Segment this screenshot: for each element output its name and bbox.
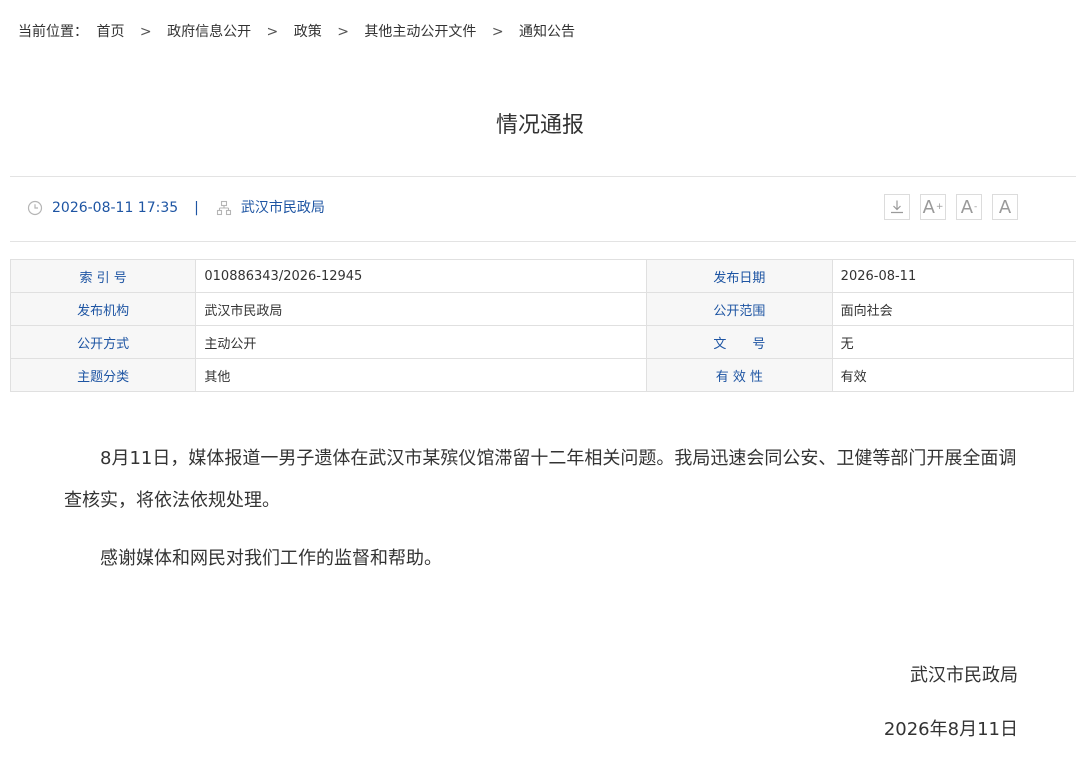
info-value-scope: 面向社会 [831, 292, 1075, 326]
breadcrumb-separator: > [337, 24, 349, 40]
info-value-publisher: 武汉市民政局 [195, 292, 648, 326]
breadcrumb-prefix: 当前位置： [18, 24, 88, 40]
info-label-index: 索 引 号 [9, 259, 197, 293]
breadcrumb-policy[interactable]: 政策 [294, 24, 322, 40]
article-signature: 武汉市民政局 2026年8月11日 [884, 660, 1018, 746]
font-increase-button[interactable]: A + [920, 194, 946, 220]
info-value-category: 其他 [195, 358, 648, 392]
breadcrumb-other-files[interactable]: 其他主动公开文件 [364, 24, 476, 40]
info-label-scope: 公开范围 [646, 292, 833, 326]
download-button[interactable] [884, 194, 910, 220]
info-label-doc-number: 文 号 [646, 325, 833, 359]
info-label-publisher: 发布机构 [9, 292, 197, 326]
document-info-table: 索 引 号 010886343/2026-12945 发布日期 2026-08-… [9, 259, 1075, 392]
info-value-date: 2026-08-11 [831, 259, 1075, 293]
plus-mark: + [935, 202, 944, 212]
font-increase-label: A [922, 196, 935, 218]
info-label-method: 公开方式 [9, 325, 197, 359]
table-row: 索 引 号 010886343/2026-12945 发布日期 2026-08-… [9, 259, 1075, 293]
organization-icon [215, 199, 233, 217]
font-decrease-button[interactable]: A- [956, 194, 982, 220]
breadcrumb-home[interactable]: 首页 [96, 24, 124, 40]
info-label-date: 发布日期 [646, 259, 833, 293]
info-label-validity: 有 效 性 [646, 358, 833, 392]
body-paragraph: 感谢媒体和网民对我们工作的监督和帮助。 [100, 548, 442, 569]
meta-separator: | [194, 200, 199, 216]
font-reset-label: A [998, 196, 1012, 218]
signature-organization: 武汉市民政局 [910, 665, 1018, 686]
download-icon [891, 200, 903, 214]
breadcrumb: 当前位置： 首页 > 政府信息公开 > 政策 > 其他主动公开文件 > 通知公告 [18, 20, 575, 44]
article-meta: 2026-08-11 17:35 | 武汉市民政局 [26, 177, 325, 239]
breadcrumb-gov-info[interactable]: 政府信息公开 [167, 24, 251, 40]
article-body: 8月11日，媒体报道一男子遗体在武汉市某殡仪馆滞留十二年相关问题。我局迅速会同公… [64, 438, 1022, 596]
article-meta-bar: 2026-08-11 17:35 | 武汉市民政局 A + A- A [10, 176, 1076, 242]
publish-source: 武汉市民政局 [240, 200, 325, 216]
info-value-doc-number: 无 [831, 325, 1075, 359]
font-reset-button[interactable]: A [992, 194, 1018, 220]
body-paragraph: 8月11日，媒体报道一男子遗体在武汉市某殡仪馆滞留十二年相关问题。我局迅速会同公… [64, 448, 1017, 511]
publish-datetime: 2026-08-11 17:35 [52, 200, 179, 216]
breadcrumb-separator: > [266, 24, 279, 40]
breadcrumb-separator: > [491, 24, 504, 40]
page-title: 情况通报 [495, 113, 584, 138]
info-label-category: 主题分类 [9, 358, 197, 392]
breadcrumb-separator: > [139, 24, 152, 40]
table-row: 发布机构 武汉市民政局 公开范围 面向社会 [9, 292, 1075, 326]
reading-tools: A + A- A [874, 194, 1018, 220]
info-value-method: 主动公开 [195, 325, 648, 359]
signature-date: 2026年8月11日 [883, 719, 1018, 740]
table-row: 公开方式 主动公开 文 号 无 [9, 325, 1075, 359]
clock-icon [26, 199, 44, 217]
breadcrumb-notices[interactable]: 通知公告 [519, 24, 575, 40]
minus-mark: - [974, 202, 978, 212]
table-row: 主题分类 其他 有 效 性 有效 [9, 358, 1075, 392]
font-decrease-label: A [960, 196, 974, 218]
info-value-validity: 有效 [831, 358, 1075, 392]
info-value-index: 010886343/2026-12945 [195, 259, 648, 293]
